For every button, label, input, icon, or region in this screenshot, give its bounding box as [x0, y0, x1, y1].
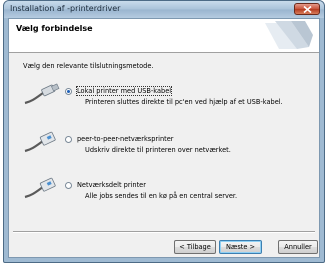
option-local-usb[interactable]: Lokal printer med USB-kabel Printeren sl…	[21, 81, 291, 115]
option-description: Alle jobs sendes til en kø på en central…	[85, 192, 238, 200]
option-label: peer-to-peer-netværksprinter	[77, 135, 174, 143]
next-button[interactable]: Næste >	[219, 240, 262, 254]
header-decoration-icon	[265, 21, 313, 49]
option-label: Netværksdelt printer	[77, 181, 146, 189]
close-icon	[303, 6, 312, 13]
radio-network-shared[interactable]	[65, 182, 72, 189]
title-bar[interactable]: Installation af -printerdriver	[4, 1, 324, 18]
radio-peer-to-peer[interactable]	[65, 136, 72, 143]
cancel-button[interactable]: Annuller	[278, 240, 318, 254]
option-description: Printeren sluttes direkte til pc'en ved …	[85, 98, 283, 106]
page-title: Vælg forbindelse	[16, 24, 93, 33]
network-cable-icon	[24, 177, 56, 199]
header-band: Vælg forbindelse	[9, 19, 319, 53]
option-peer-to-peer[interactable]: peer-to-peer-netværksprinter Udskriv dir…	[21, 129, 291, 163]
network-cable-icon	[24, 131, 56, 153]
radio-local-usb[interactable]	[65, 88, 72, 95]
option-network-shared[interactable]: Netværksdelt printer Alle jobs sendes ti…	[21, 175, 291, 209]
instruction-text: Vælg den relevante tilslutningsmetode.	[23, 62, 154, 70]
installer-window: Installation af -printerdriver Vælg forb…	[3, 0, 325, 263]
button-separator	[13, 231, 315, 233]
dialog-body: Vælg forbindelse Vælg den relevante tils…	[8, 18, 320, 258]
close-button[interactable]	[294, 3, 320, 15]
option-label: Lokal printer med USB-kabel	[75, 86, 173, 96]
usb-cable-icon	[24, 83, 60, 105]
back-button[interactable]: < Tilbage	[174, 240, 216, 254]
option-description: Udskriv direkte til printeren over netvæ…	[85, 146, 231, 154]
window-title: Installation af -printerdriver	[10, 4, 121, 13]
